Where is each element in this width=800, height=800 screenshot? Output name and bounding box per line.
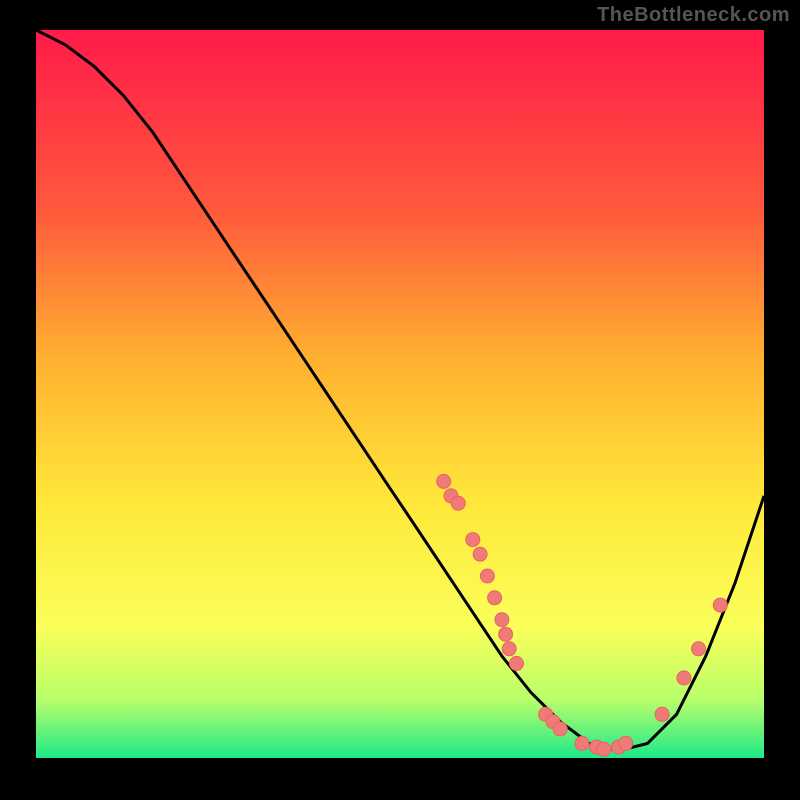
data-point-marker (677, 671, 691, 685)
gradient-background (36, 30, 764, 758)
data-point-marker (692, 642, 706, 656)
data-point-marker (597, 742, 611, 756)
data-point-marker (488, 591, 502, 605)
watermark-text: TheBottleneck.com (597, 4, 790, 27)
data-point-marker (466, 533, 480, 547)
data-point-marker (480, 569, 494, 583)
plot-area (36, 30, 764, 758)
data-point-marker (437, 474, 451, 488)
data-point-marker (495, 613, 509, 627)
data-point-marker (451, 496, 465, 510)
data-point-marker (473, 547, 487, 561)
chart-frame: TheBottleneck.com (0, 0, 800, 800)
data-point-marker (619, 736, 633, 750)
data-point-marker (575, 736, 589, 750)
data-point-marker (655, 707, 669, 721)
data-point-marker (502, 642, 516, 656)
plot-svg (36, 30, 764, 758)
data-point-marker (499, 627, 513, 641)
data-point-marker (553, 722, 567, 736)
data-point-marker (713, 598, 727, 612)
data-point-marker (510, 656, 524, 670)
